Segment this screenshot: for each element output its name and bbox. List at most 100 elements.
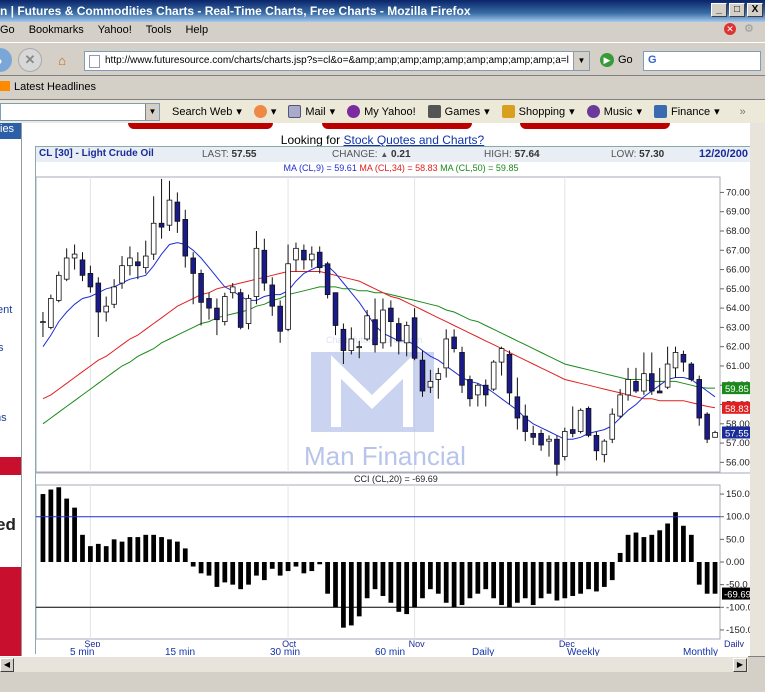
- settings-icon[interactable]: ⚙: [744, 22, 754, 35]
- music-label: Music: [603, 105, 633, 118]
- rss-feed-icon: [0, 81, 10, 91]
- candle-body: [696, 379, 703, 419]
- candle-body: [222, 296, 228, 323]
- candle-body: [253, 247, 260, 297]
- candle-body: [356, 346, 363, 349]
- forward-icon[interactable]: ›: [0, 48, 12, 72]
- cci-bar: [657, 530, 663, 562]
- games-button[interactable]: Games ▾: [427, 105, 490, 118]
- scroll-right-icon[interactable]: ▶: [733, 658, 747, 672]
- candle-body: [482, 384, 489, 396]
- sidebar-link[interactable]: tent: [0, 304, 12, 316]
- candle-body: [127, 257, 133, 267]
- mail-button[interactable]: Mail ▾: [288, 105, 335, 118]
- candle-body: [245, 298, 252, 324]
- finance-button[interactable]: Finance ▾: [653, 105, 720, 118]
- search-web-button[interactable]: Search Web ▾: [172, 105, 242, 119]
- cci-bar: [451, 562, 457, 608]
- page-tab-decoration: [128, 123, 273, 129]
- cci-bar: [428, 562, 433, 590]
- music-button[interactable]: Music ▾: [586, 105, 642, 118]
- minimize-button[interactable]: _: [711, 3, 727, 17]
- cci-bar: [80, 534, 85, 562]
- cci-bar: [254, 562, 259, 576]
- shopping-button[interactable]: Shopping ▾: [501, 105, 575, 118]
- candle-body: [617, 394, 623, 417]
- vertical-scrollbar[interactable]: [750, 123, 765, 656]
- stop-loading-icon[interactable]: ✕: [724, 23, 736, 35]
- menu-help[interactable]: Help: [185, 24, 208, 40]
- cci-bar: [167, 539, 172, 562]
- menu-bookmarks[interactable]: Bookmarks: [29, 24, 84, 40]
- cci-bar: [380, 562, 386, 596]
- stock-quotes-link[interactable]: Stock Quotes and Charts?: [343, 133, 484, 147]
- go-button[interactable]: ▶ Go: [600, 53, 633, 67]
- close-button[interactable]: X: [747, 3, 763, 17]
- price-chart[interactable]: Sep Oct Nov Dec DailyMan FinancialChart: fut…: [36, 147, 765, 647]
- cci-bar: [673, 512, 678, 562]
- candle-body: [546, 438, 552, 442]
- maximize-button[interactable]: □: [729, 3, 745, 17]
- url-dropdown-icon[interactable]: ▼: [573, 52, 589, 70]
- price-tick-label: 63.00: [726, 322, 750, 333]
- stop-icon[interactable]: ✕: [18, 48, 42, 72]
- games-icon: [427, 105, 441, 118]
- sidebar-link[interactable]: ms: [0, 412, 7, 424]
- cci-bar: [515, 562, 520, 603]
- cci-bar: [111, 539, 117, 562]
- url-bar[interactable]: http://www.futuresource.com/charts/chart…: [84, 51, 590, 71]
- cci-bar: [127, 537, 133, 562]
- latest-headlines-link[interactable]: Latest Headlines: [14, 81, 96, 93]
- menu-yahoo[interactable]: Yahoo!: [98, 24, 132, 40]
- candle-body: [87, 273, 94, 288]
- candle-body: [562, 431, 568, 457]
- cci-bar: [530, 562, 536, 606]
- candle-body: [340, 328, 347, 351]
- candle-body: [158, 222, 165, 228]
- google-icon: G: [648, 54, 657, 66]
- horizontal-scrollbar[interactable]: ◀ ▶: [0, 656, 748, 672]
- cci-bar: [88, 546, 93, 562]
- candle-body: [688, 363, 695, 380]
- candle-body: [261, 249, 268, 284]
- cci-bar: [333, 562, 338, 608]
- candle-body: [324, 263, 331, 296]
- price-tick-label: 56.00: [726, 457, 750, 468]
- cci-bar: [578, 562, 583, 594]
- candle-body: [403, 325, 410, 344]
- cci-bar: [175, 541, 180, 562]
- highlight-button[interactable]: ▾: [253, 105, 276, 118]
- cci-bar: [688, 534, 694, 562]
- cci-bar: [420, 562, 425, 599]
- search-box[interactable]: G: [643, 51, 761, 71]
- cci-bar: [151, 534, 157, 562]
- cci-bar: [48, 489, 54, 562]
- candle-body: [680, 353, 687, 363]
- menu-go[interactable]: Go: [0, 24, 15, 40]
- sidebar-link[interactable]: s: [0, 342, 4, 354]
- chevron-down-icon[interactable]: ▼: [145, 103, 159, 120]
- menu-tools[interactable]: Tools: [146, 24, 172, 40]
- yahoo-search-input[interactable]: ▼: [0, 102, 160, 121]
- sidebar-banner: [0, 457, 21, 475]
- candle-body: [309, 253, 315, 261]
- candle-body: [119, 265, 125, 284]
- scroll-left-icon[interactable]: ◀: [0, 658, 14, 672]
- home-icon[interactable]: ⌂: [50, 48, 74, 72]
- finance-chart-icon: [653, 105, 667, 118]
- candle-body: [79, 259, 86, 276]
- candle-body: [111, 286, 117, 305]
- page-tab-decoration: [322, 123, 472, 129]
- my-yahoo-button[interactable]: My Yahoo!: [347, 105, 416, 118]
- candle-body: [71, 253, 78, 259]
- candle-body: [656, 390, 663, 394]
- cci-bar: [546, 562, 552, 594]
- cci-bar: [341, 562, 346, 628]
- cci-bar: [467, 562, 473, 599]
- cci-bar: [665, 523, 670, 562]
- candle-body: [443, 338, 449, 369]
- cci-bar: [609, 562, 615, 581]
- x-tick-label: Nov: [409, 639, 426, 647]
- toolbar-more-icon[interactable]: »: [740, 106, 746, 118]
- candle-body: [229, 286, 236, 294]
